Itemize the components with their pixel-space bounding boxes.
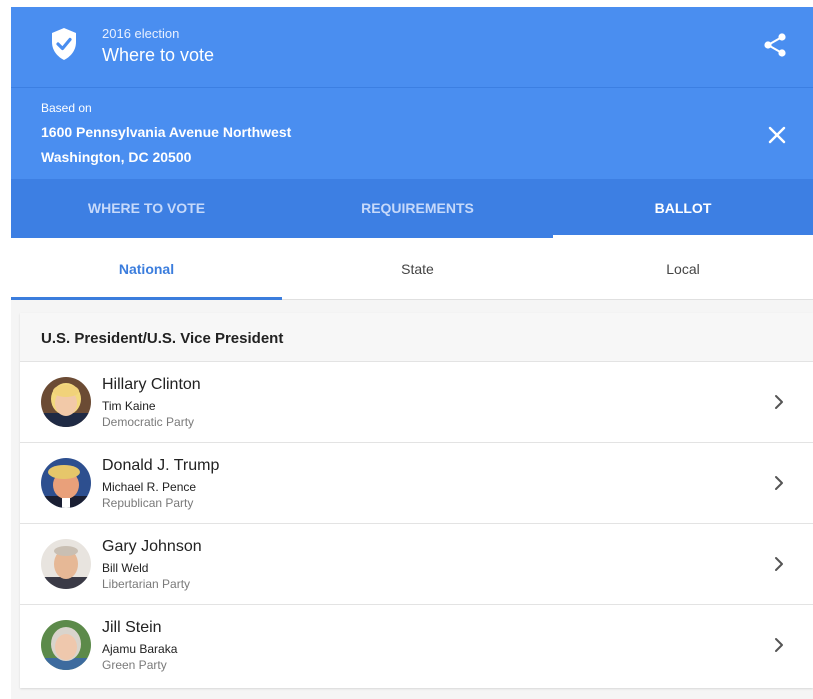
candidate-row[interactable]: Jill Stein Ajamu Baraka Green Party	[20, 605, 813, 686]
subtab-state[interactable]: State	[282, 238, 553, 300]
tab-requirements[interactable]: REQUIREMENTS	[282, 179, 553, 238]
verified-check-icon	[52, 28, 76, 60]
address-line-1: 1600 Pennsylvania Avenue Northwest	[41, 124, 292, 140]
candidate-avatar	[41, 377, 91, 427]
party-label: Democratic Party	[102, 415, 195, 429]
page-title: Where to vote	[102, 45, 215, 65]
candidate-avatar	[41, 620, 91, 670]
tab-where-to-vote[interactable]: WHERE TO VOTE	[11, 179, 282, 238]
candidate-row[interactable]: Donald J. Trump Michael R. Pence Republi…	[20, 443, 813, 524]
ballot-level-tabs: National State Local	[11, 238, 813, 300]
election-subtitle: 2016 election	[102, 26, 180, 41]
address-line-2: Washington, DC 20500	[41, 149, 192, 165]
close-icon[interactable]	[765, 123, 789, 147]
race-header: U.S. President/U.S. Vice President	[20, 313, 813, 362]
running-mate: Ajamu Baraka	[102, 642, 178, 656]
based-on-label: Based on	[41, 101, 92, 115]
running-mate: Tim Kaine	[102, 399, 156, 413]
party-label: Libertarian Party	[102, 577, 191, 591]
chevron-right-icon	[775, 395, 783, 409]
party-label: Republican Party	[102, 496, 194, 510]
candidate-avatar	[41, 539, 91, 589]
chevron-right-icon	[775, 476, 783, 490]
share-icon[interactable]	[761, 31, 789, 59]
ballot-race-card: U.S. President/U.S. Vice President Hilla…	[20, 313, 813, 688]
subtab-national[interactable]: National	[11, 238, 282, 300]
candidate-name: Hillary Clinton	[102, 376, 201, 393]
tab-ballot[interactable]: BALLOT	[553, 179, 813, 238]
candidate-name: Donald J. Trump	[102, 457, 220, 474]
party-label: Green Party	[102, 658, 167, 672]
address-bar: Based on 1600 Pennsylvania Avenue Northw…	[11, 87, 813, 179]
running-mate: Michael R. Pence	[102, 480, 197, 494]
race-title: U.S. President/U.S. Vice President	[41, 330, 284, 347]
header: 2016 election Where to vote	[11, 7, 813, 87]
candidate-avatar	[41, 458, 91, 508]
candidate-name: Jill Stein	[102, 619, 162, 636]
main-tabs: WHERE TO VOTE REQUIREMENTS BALLOT	[11, 179, 813, 238]
candidate-name: Gary Johnson	[102, 538, 202, 555]
subtab-local[interactable]: Local	[553, 238, 813, 300]
candidate-row[interactable]: Gary Johnson Bill Weld Libertarian Party	[20, 524, 813, 605]
candidate-row[interactable]: Hillary Clinton Tim Kaine Democratic Par…	[20, 362, 813, 443]
chevron-right-icon	[775, 557, 783, 571]
voting-info-card: 2016 election Where to vote Based on 160…	[11, 7, 813, 699]
chevron-right-icon	[775, 638, 783, 652]
running-mate: Bill Weld	[102, 561, 149, 575]
